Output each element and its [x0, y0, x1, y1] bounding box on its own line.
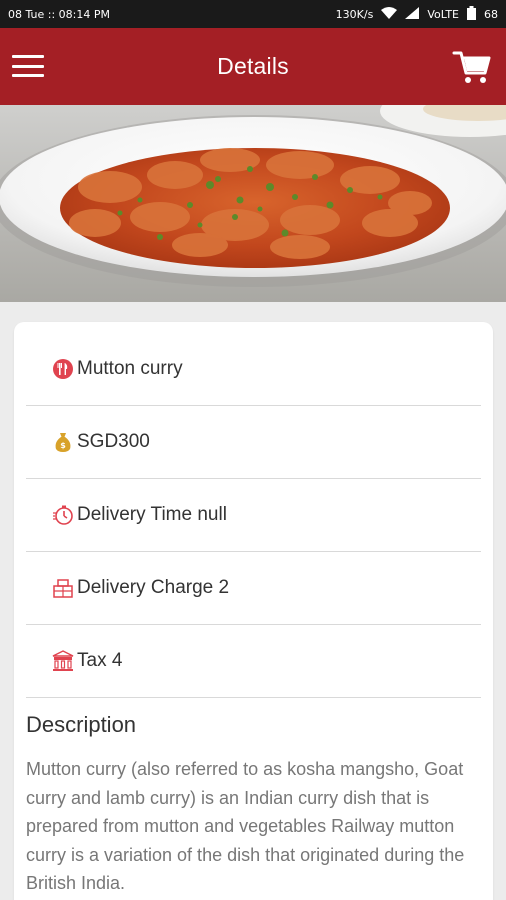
dish-name-row: Mutton curry — [26, 333, 481, 406]
signal-icon — [405, 6, 420, 22]
tax-row: Tax 4 — [26, 625, 481, 698]
svg-text:$: $ — [60, 441, 66, 450]
network-type: VoLTE — [427, 7, 459, 21]
money-bag-icon: $ — [52, 431, 74, 453]
status-left: 08 Tue :: 08:14 PM — [8, 8, 110, 21]
price-row: $ SGD300 — [26, 406, 481, 479]
net-speed: 130K/s — [335, 7, 374, 21]
app-bar: Details — [0, 28, 506, 105]
delivery-charge-row: Delivery Charge 2 — [26, 552, 481, 625]
page-title: Details — [217, 53, 289, 79]
menu-icon-line — [12, 55, 44, 58]
dish-name: Mutton curry — [77, 358, 183, 379]
battery-level: 68 — [484, 7, 498, 21]
wifi-icon — [381, 6, 398, 22]
cart-button[interactable] — [452, 47, 492, 87]
restaurant-icon — [52, 358, 74, 380]
status-bar: 08 Tue :: 08:14 PM 130K/s VoLTE 68 — [0, 0, 506, 28]
delivery-time: Delivery Time null — [77, 504, 227, 525]
stopwatch-icon — [52, 504, 74, 526]
details-card: Mutton curry $ SGD300 Delivery Time null — [14, 322, 493, 900]
tax: Tax 4 — [77, 650, 123, 671]
delivery-time-row: Delivery Time null — [26, 479, 481, 552]
menu-icon-line — [12, 74, 44, 77]
price: SGD300 — [77, 431, 150, 452]
description-text: Mutton curry (also referred to as kosha … — [26, 759, 465, 893]
status-right: 130K/s VoLTE 68 — [335, 5, 498, 23]
description-title: Description — [26, 712, 137, 737]
menu-button[interactable] — [12, 52, 44, 80]
dish-image — [0, 105, 506, 302]
battery-icon — [467, 5, 476, 23]
menu-icon-line — [12, 64, 44, 68]
status-time: 08 Tue :: 08:14 PM — [8, 7, 111, 21]
tax-building-icon — [52, 650, 74, 672]
delivery-charge: Delivery Charge 2 — [77, 577, 230, 598]
cart-icon — [452, 51, 491, 83]
delivery-box-icon — [52, 577, 74, 599]
